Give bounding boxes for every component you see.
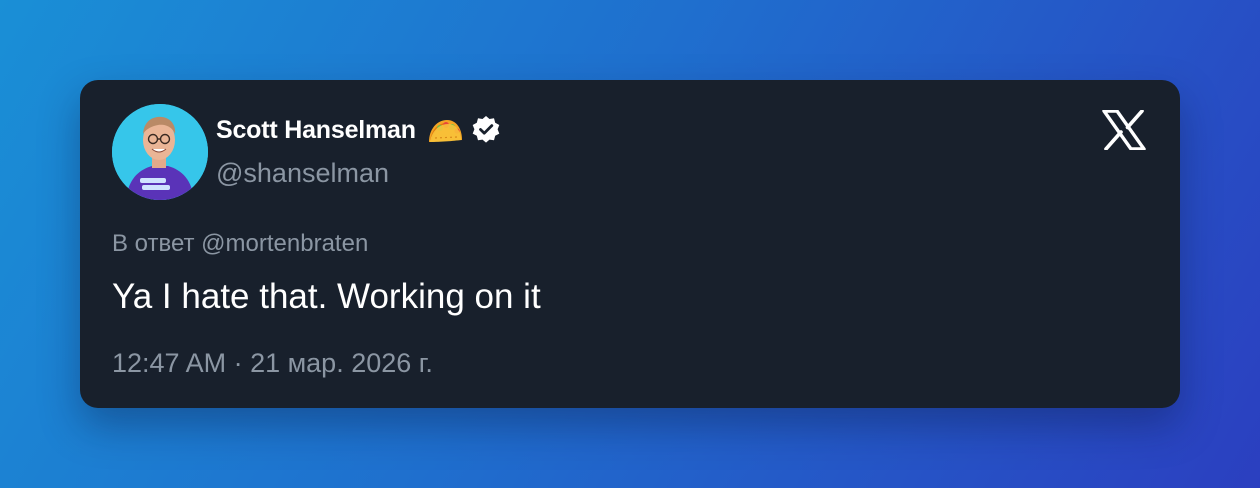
- taco-icon: [426, 116, 464, 144]
- tweet-card: Scott Hanselman @shanselman В ответ @mor…: [80, 80, 1180, 408]
- verified-badge-icon: [470, 114, 502, 146]
- author-display-name[interactable]: Scott Hanselman: [216, 116, 416, 145]
- tweet-text: Ya I hate that. Working on it: [112, 277, 541, 316]
- author-name-row[interactable]: Scott Hanselman: [216, 114, 502, 146]
- x-logo-icon[interactable]: [1102, 109, 1146, 151]
- avatar-image: [112, 104, 208, 200]
- tweet-timestamp[interactable]: 12:47 AM · 21 мар. 2026 г.: [112, 348, 433, 379]
- reply-context[interactable]: В ответ @mortenbraten: [112, 230, 368, 258]
- avatar[interactable]: [112, 104, 208, 200]
- author-handle[interactable]: @shanselman: [216, 158, 389, 189]
